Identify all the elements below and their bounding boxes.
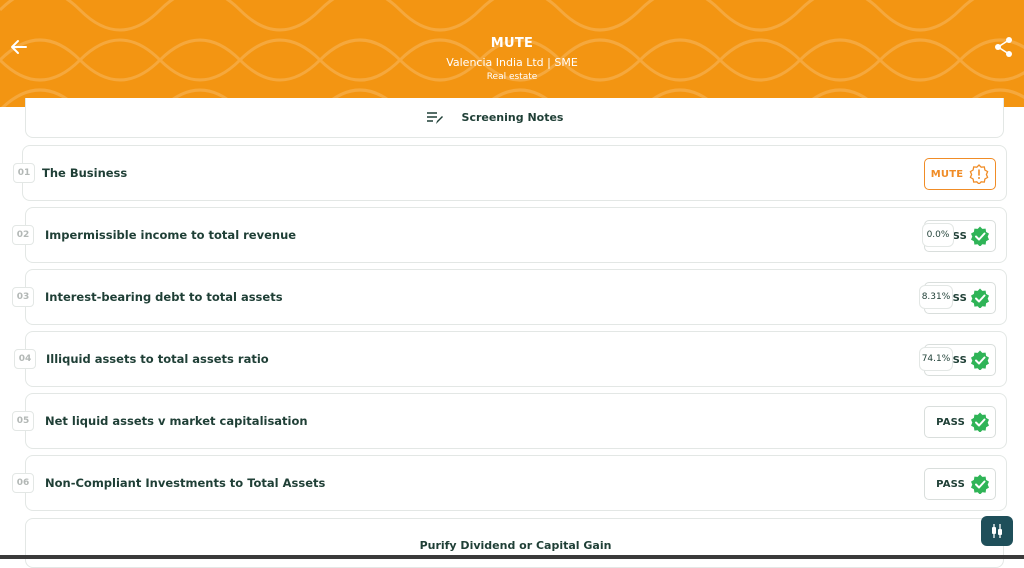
screening-notes-button[interactable]: Screening Notes xyxy=(25,98,1004,138)
row-label: Impermissible income to total revenue xyxy=(45,228,297,242)
row-label: Illiquid assets to total assets ratio xyxy=(46,352,269,366)
check-badge-icon xyxy=(971,288,989,308)
ratio-value: 0.0% xyxy=(922,223,954,247)
share-icon[interactable] xyxy=(994,36,1014,58)
screening-row-interest-debt[interactable]: 03 Interest-bearing debt to total assets… xyxy=(12,269,1007,325)
screening-row-illiquid-assets[interactable]: 04 Illiquid assets to total assets ratio… xyxy=(14,331,1007,387)
purify-label: Purify Dividend or Capital Gain xyxy=(419,539,612,552)
row-label: The Business xyxy=(42,166,128,180)
check-badge-icon xyxy=(971,350,989,370)
status-text: PASS xyxy=(936,478,965,490)
ratio-value: 8.31% xyxy=(919,285,953,309)
status-text: SS xyxy=(952,292,967,304)
check-badge-icon xyxy=(971,412,989,432)
row-number: 01 xyxy=(13,163,35,183)
row-number: 03 xyxy=(12,287,34,307)
app-header: MUTE Valencia India Ltd | SME Real estat… xyxy=(0,0,1024,107)
edit-notes-icon xyxy=(426,111,443,124)
screening-notes-label: Screening Notes xyxy=(461,111,564,124)
purify-dividend-button[interactable]: Purify Dividend or Capital Gain xyxy=(25,518,1004,568)
status-text: SS xyxy=(952,230,967,242)
bottom-edge xyxy=(0,555,1024,559)
check-badge-icon xyxy=(971,474,989,494)
status-text: PASS xyxy=(936,416,965,428)
screening-row-impermissible-income[interactable]: 02 Impermissible income to total revenue… xyxy=(12,207,1007,263)
sector-label: Real estate xyxy=(486,72,538,82)
status-text: SS xyxy=(952,354,967,366)
row-number: 06 xyxy=(12,473,34,493)
screening-row-non-compliant-investments[interactable]: 06 Non-Compliant Investments to Total As… xyxy=(12,455,1007,511)
row-number: 02 xyxy=(12,225,34,245)
row-number: 05 xyxy=(12,411,34,431)
row-number: 04 xyxy=(14,349,36,369)
status-badge-pass[interactable]: PASS xyxy=(924,406,996,438)
screening-row-business[interactable]: 01 The Business MUTE xyxy=(13,145,1007,201)
screening-row-net-liquid-assets[interactable]: 05 Net liquid assets v market capitalisa… xyxy=(12,393,1007,449)
candlestick-chart-icon xyxy=(992,524,1002,538)
status-badge-mute[interactable]: MUTE xyxy=(924,158,996,190)
page-title: MUTE xyxy=(490,36,534,51)
ratio-value: 74.1% xyxy=(919,347,953,371)
status-text: MUTE xyxy=(930,168,964,180)
status-badge-pass[interactable]: PASS xyxy=(924,468,996,500)
alert-badge-icon xyxy=(969,164,989,184)
company-name: Valencia India Ltd | SME xyxy=(446,56,578,69)
header-pattern xyxy=(0,0,1024,107)
row-label: Net liquid assets v market capitalisatio… xyxy=(45,414,308,428)
check-badge-icon xyxy=(971,226,989,246)
row-label: Non-Compliant Investments to Total Asset… xyxy=(45,476,326,490)
chart-fab-button[interactable] xyxy=(981,516,1013,546)
row-label: Interest-bearing debt to total assets xyxy=(45,290,283,304)
